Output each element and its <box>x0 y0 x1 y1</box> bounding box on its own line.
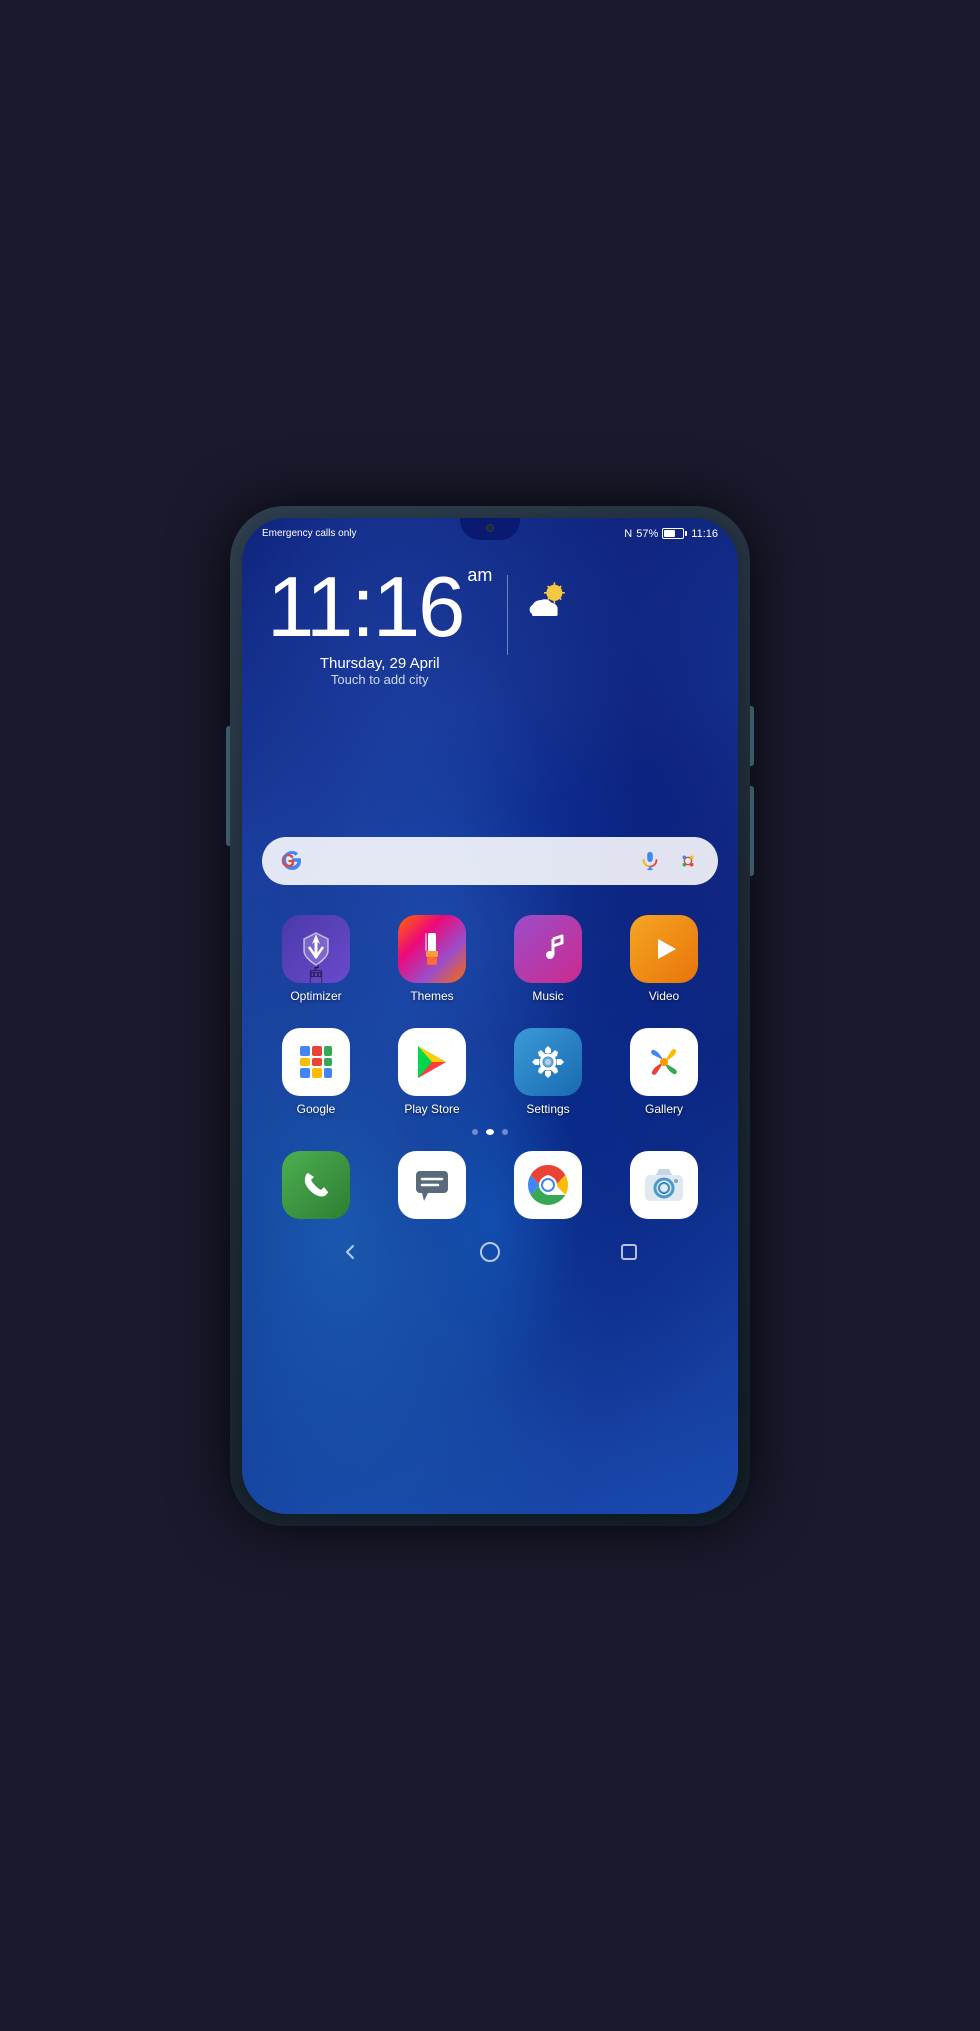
settings-icon[interactable] <box>514 1028 582 1096</box>
nav-home-button[interactable] <box>475 1237 505 1267</box>
phone-device: Emergency calls only N 57% 11:16 11:16am… <box>230 506 750 1526</box>
app-item-settings[interactable]: Settings <box>494 1028 602 1116</box>
power-button[interactable] <box>750 706 754 766</box>
app-item-optimizer[interactable]: 🖱 Optimizer <box>262 915 370 1003</box>
camera-notch <box>486 524 494 532</box>
optimizer-icon[interactable]: 🖱 <box>282 915 350 983</box>
page-dot-2[interactable] <box>486 1129 494 1135</box>
phone-screen: Emergency calls only N 57% 11:16 11:16am… <box>242 518 738 1514</box>
page-dot-3[interactable] <box>502 1129 508 1135</box>
notch <box>460 518 520 540</box>
themes-icon[interactable] <box>398 915 466 983</box>
app-item-playstore[interactable]: Play Store <box>378 1028 486 1116</box>
music-icon[interactable] <box>514 915 582 983</box>
app-item-music[interactable]: Music <box>494 915 602 1003</box>
video-icon[interactable] <box>630 915 698 983</box>
clock-time: 11:16am <box>267 565 492 650</box>
music-label: Music <box>532 989 563 1003</box>
dock-camera[interactable] <box>610 1151 718 1219</box>
app-item-themes[interactable]: Themes <box>378 915 486 1003</box>
gallery-icon[interactable] <box>630 1028 698 1096</box>
gallery-label: Gallery <box>645 1102 683 1116</box>
emergency-text: Emergency calls only <box>262 528 356 539</box>
volume-button-right[interactable] <box>750 786 754 876</box>
nav-recents-button[interactable] <box>614 1237 644 1267</box>
app-item-gallery[interactable]: Gallery <box>610 1028 718 1116</box>
mic-icon[interactable] <box>635 846 665 876</box>
playstore-label: Play Store <box>404 1102 459 1116</box>
clock-date: Thursday, 29 April <box>267 655 492 672</box>
google-label: Google <box>297 1102 336 1116</box>
app-item-google[interactable]: Google <box>262 1028 370 1116</box>
optimizer-label: Optimizer <box>290 989 341 1003</box>
settings-label: Settings <box>526 1102 569 1116</box>
nav-back-button[interactable] <box>336 1237 366 1267</box>
google-icon[interactable] <box>282 1028 350 1096</box>
weather-area <box>523 580 573 620</box>
chrome-icon[interactable] <box>514 1151 582 1219</box>
clock-city: Touch to add city <box>267 672 492 687</box>
google-logo: G <box>277 846 307 876</box>
playstore-icon[interactable] <box>398 1028 466 1096</box>
battery-percent: 57% <box>636 528 658 540</box>
nav-bar <box>242 1229 738 1275</box>
weather-icon <box>523 580 573 620</box>
camera-icon[interactable] <box>630 1151 698 1219</box>
clock-divider <box>507 575 508 655</box>
phone-icon[interactable] <box>282 1151 350 1219</box>
clock-status: 11:16 <box>691 528 718 540</box>
volume-button-left[interactable] <box>226 726 230 846</box>
dock-chrome[interactable] <box>494 1151 602 1219</box>
clock-area: 11:16am Thursday, 29 April Touch to add … <box>242 545 738 687</box>
nfc-icon: N <box>624 528 632 540</box>
search-bar[interactable]: G <box>262 837 718 885</box>
status-right: N 57% 11:16 <box>624 528 718 540</box>
messages-icon[interactable] <box>398 1151 466 1219</box>
themes-label: Themes <box>410 989 453 1003</box>
video-label: Video <box>649 989 679 1003</box>
svg-text:G: G <box>281 851 295 871</box>
page-dot-1[interactable] <box>472 1129 478 1135</box>
app-grid-row1: 🖱 Optimizer Themes <box>242 900 738 1008</box>
page-indicators <box>242 1121 738 1143</box>
battery-icon <box>662 528 687 539</box>
lens-icon[interactable] <box>673 846 703 876</box>
dock-phone[interactable] <box>262 1151 370 1219</box>
dock <box>242 1143 738 1224</box>
dock-messages[interactable] <box>378 1151 486 1219</box>
app-item-video[interactable]: Video <box>610 915 718 1003</box>
app-grid-row2: Google <box>242 1013 738 1121</box>
